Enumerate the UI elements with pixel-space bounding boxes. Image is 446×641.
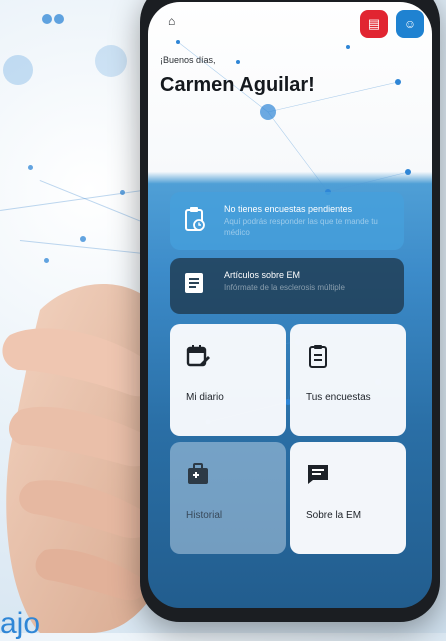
- tile-sobre-la-em[interactable]: Sobre la EM: [290, 442, 406, 554]
- message-icon: [306, 462, 330, 486]
- tile-label: Historial: [186, 510, 223, 521]
- banner-subtitle: Infórmate de la esclerosis múltiple: [224, 283, 345, 292]
- network-line: [0, 189, 149, 211]
- phone-frame: ⌂ ▤ ☺ ¡Buenos días, Carmen Aguilar! No t…: [140, 0, 440, 622]
- banner-subtitle: Aquí podrás responder las que te mande t…: [224, 217, 378, 237]
- pending-surveys-banner[interactable]: No tienes encuestas pendientes Aquí podr…: [170, 192, 404, 250]
- clipboard-list-icon: [306, 344, 330, 368]
- tile-mi-diario[interactable]: Mi diario: [170, 324, 286, 436]
- user-icon: ☺: [403, 17, 417, 31]
- banner-title: No tienes encuestas pendientes: [224, 204, 353, 214]
- tile-label: Sobre la EM: [306, 510, 362, 521]
- home-icon[interactable]: ⌂: [168, 14, 182, 28]
- network-line: [39, 180, 142, 223]
- greeting-text: ¡Buenos días,: [160, 55, 216, 65]
- tile-label: Mi diario: [186, 392, 224, 403]
- medical-id-icon: [186, 462, 210, 486]
- chat-icon: ▤: [367, 16, 381, 31]
- app-screen: ⌂ ▤ ☺ ¡Buenos días, Carmen Aguilar! No t…: [148, 2, 432, 608]
- banner-title: Artículos sobre EM: [224, 270, 301, 280]
- network-dot: [95, 45, 127, 77]
- tile-label: Tus encuestas: [306, 392, 371, 403]
- article-icon: [184, 272, 208, 300]
- chat-button[interactable]: ▤: [360, 10, 388, 38]
- calendar-edit-icon: [186, 344, 210, 368]
- network-dot: [3, 55, 33, 85]
- tile-tus-encuestas[interactable]: Tus encuestas: [290, 324, 406, 436]
- articles-banner[interactable]: Artículos sobre EM Infórmate de la escle…: [170, 258, 404, 314]
- user-name: Carmen Aguilar!: [160, 74, 315, 96]
- tile-historial[interactable]: Historial: [170, 442, 286, 554]
- clipboard-clock-icon: [184, 206, 208, 234]
- partial-heading-text: ajo: [0, 607, 41, 640]
- network-dot: [28, 165, 33, 170]
- network-dot: [42, 14, 52, 24]
- user-button[interactable]: ☺: [396, 10, 424, 38]
- network-dot: [54, 14, 64, 24]
